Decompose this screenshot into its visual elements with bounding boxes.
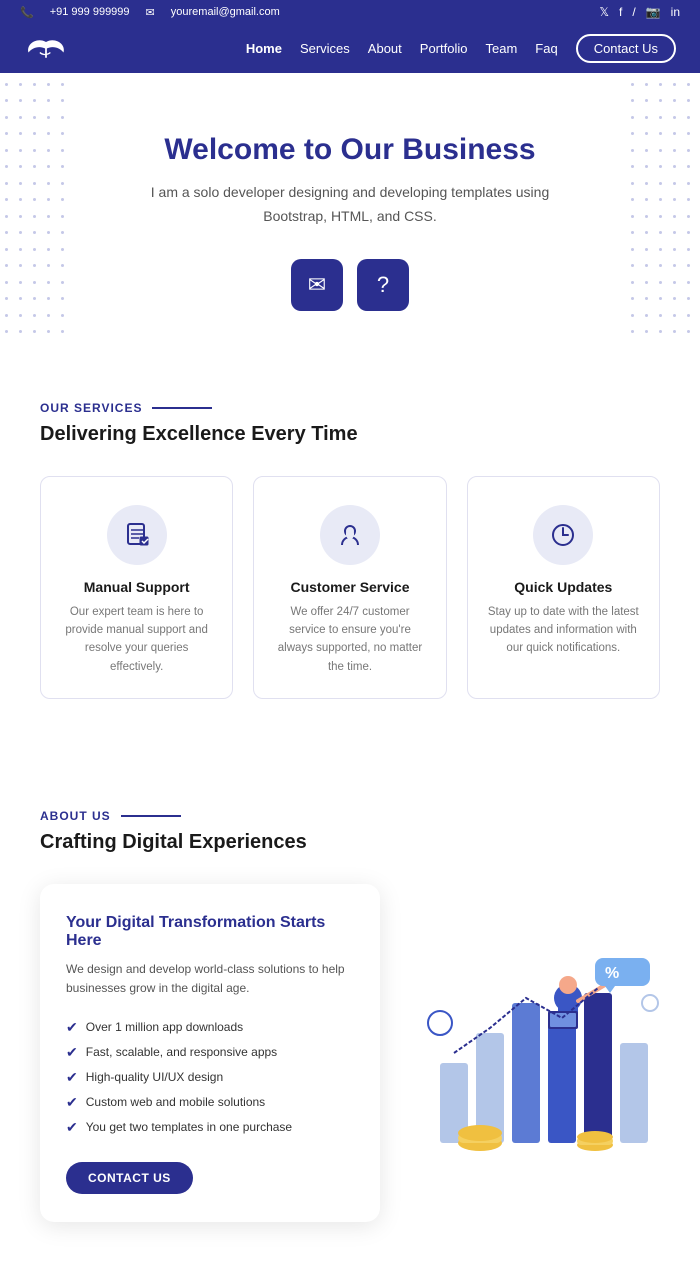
nav-home[interactable]: Home <box>246 41 282 56</box>
about-features-list: ✔ Over 1 million app downloads ✔ Fast, s… <box>66 1015 354 1140</box>
service-card-manual: Manual Support Our expert team is here t… <box>40 476 233 700</box>
feature-5: ✔ You get two templates in one purchase <box>66 1115 354 1140</box>
feature-3: ✔ High-quality UI/UX design <box>66 1065 354 1090</box>
about-section-label: ABOUT US <box>40 809 660 823</box>
hero-section: for(let i=0;i<80;i++) document.write('<d… <box>0 73 700 351</box>
about-illustration: % <box>410 943 670 1163</box>
dots-left: for(let i=0;i<80;i++) document.write('<d… <box>0 73 74 351</box>
feature-1: ✔ Over 1 million app downloads <box>66 1015 354 1040</box>
customer-service-title: Customer Service <box>272 579 427 595</box>
quick-updates-icon-wrap <box>533 505 593 565</box>
service-card-updates: Quick Updates Stay up to date with the l… <box>467 476 660 700</box>
services-section-label: OUR SERVICES <box>40 401 660 415</box>
top-bar-social: 𝕏 f / 📷 in <box>599 5 680 19</box>
nav-services[interactable]: Services <box>300 41 350 56</box>
quick-updates-desc: Stay up to date with the latest updates … <box>486 603 641 658</box>
instagram-icon[interactable]: 📷 <box>646 5 661 19</box>
hero-title: Welcome to Our Business <box>20 133 680 167</box>
logo-area <box>24 35 68 63</box>
feature-4: ✔ Custom web and mobile solutions <box>66 1090 354 1115</box>
hero-buttons: ✉ ? <box>20 259 680 311</box>
twitter-icon[interactable]: 𝕏 <box>599 5 609 19</box>
hero-subtitle: I am a solo developer designing and deve… <box>130 181 570 229</box>
services-grid: Manual Support Our expert team is here t… <box>40 476 660 700</box>
customer-service-icon-wrap <box>320 505 380 565</box>
about-section: ABOUT US Crafting Digital Experiences Yo… <box>0 759 700 1281</box>
linkedin-icon[interactable]: in <box>671 5 680 19</box>
customer-service-icon <box>336 521 364 549</box>
nav-about[interactable]: About <box>368 41 402 56</box>
phone-icon: 📞 <box>20 6 34 19</box>
phone-number: +91 999 999999 <box>50 6 130 18</box>
check-icon-1: ✔ <box>66 1019 78 1036</box>
about-card: Your Digital Transformation Starts Here … <box>40 884 380 1221</box>
about-contact-button[interactable]: CONTACT US <box>66 1162 193 1194</box>
envelope-icon: ✉ <box>308 272 326 298</box>
check-icon-5: ✔ <box>66 1119 78 1136</box>
feature-2: ✔ Fast, scalable, and responsive apps <box>66 1040 354 1065</box>
email-address: youremail@gmail.com <box>171 6 280 18</box>
nav-faq[interactable]: Faq <box>535 41 557 56</box>
services-section: OUR SERVICES Delivering Excellence Every… <box>0 351 700 760</box>
service-card-customer: Customer Service We offer 24/7 customer … <box>253 476 446 700</box>
nav-links: Home Services About Portfolio Team Faq C… <box>246 34 676 63</box>
top-bar-left: 📞 +91 999 999999 ✉ youremail@gmail.com <box>20 6 280 19</box>
customer-service-desc: We offer 24/7 customer service to ensure… <box>272 603 427 677</box>
manual-support-icon-wrap <box>107 505 167 565</box>
email-icon: ✉ <box>146 6 155 19</box>
nav-portfolio[interactable]: Portfolio <box>420 41 468 56</box>
quick-updates-title: Quick Updates <box>486 579 641 595</box>
manual-support-title: Manual Support <box>59 579 214 595</box>
top-bar: 📞 +91 999 999999 ✉ youremail@gmail.com 𝕏… <box>0 0 700 24</box>
about-section-title: Crafting Digital Experiences <box>40 831 660 854</box>
help-hero-button[interactable]: ? <box>357 259 409 311</box>
contact-button[interactable]: Contact Us <box>576 34 676 63</box>
check-icon-3: ✔ <box>66 1069 78 1086</box>
about-content: Your Digital Transformation Starts Here … <box>40 884 660 1221</box>
check-icon-4: ✔ <box>66 1094 78 1111</box>
about-card-desc: We design and develop world-class soluti… <box>66 960 354 998</box>
nav-team[interactable]: Team <box>485 41 517 56</box>
logo-icon <box>24 35 68 63</box>
svg-text:%: % <box>605 965 619 982</box>
dots-right: for(let i=0;i<80;i++) document.write('<d… <box>626 73 700 351</box>
manual-support-icon <box>123 521 151 549</box>
navbar: Home Services About Portfolio Team Faq C… <box>0 24 700 73</box>
clock-icon <box>549 521 577 549</box>
services-section-title: Delivering Excellence Every Time <box>40 423 660 446</box>
check-icon-2: ✔ <box>66 1044 78 1061</box>
business-illustration: % <box>410 943 670 1163</box>
manual-support-desc: Our expert team is here to provide manua… <box>59 603 214 677</box>
question-icon: ? <box>377 272 389 298</box>
facebook-icon[interactable]: f <box>619 5 622 19</box>
slash-divider: / <box>632 5 635 19</box>
email-hero-button[interactable]: ✉ <box>291 259 343 311</box>
about-card-title: Your Digital Transformation Starts Here <box>66 914 354 950</box>
